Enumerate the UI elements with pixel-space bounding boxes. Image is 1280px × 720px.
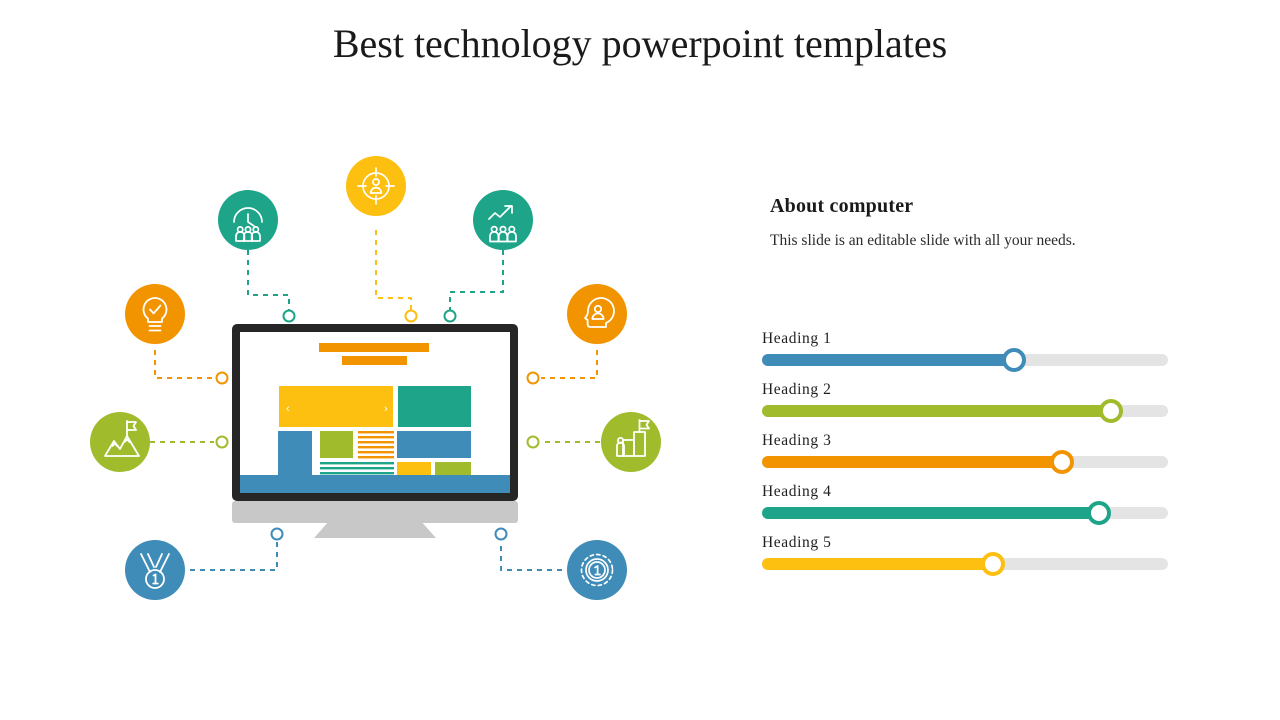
- growth-team-icon: [473, 190, 533, 250]
- medal-icon: [125, 540, 185, 600]
- about-section: About computer This slide is an editable…: [770, 195, 1180, 250]
- slider-label-4: Heading 4: [762, 483, 832, 500]
- connector-node: [494, 527, 508, 541]
- lightbulb-check-icon: [125, 284, 185, 344]
- slider-row: Heading 4: [762, 483, 1172, 525]
- slider-row: Heading 1: [762, 330, 1172, 372]
- connector-node: [526, 435, 540, 449]
- slider-row: Heading 5: [762, 534, 1172, 576]
- podium-flag-icon: [601, 412, 661, 472]
- carousel-prev-icon: ‹: [286, 403, 290, 415]
- slider-fill-5: [762, 558, 994, 570]
- slider-track-5[interactable]: [762, 552, 1168, 576]
- thumb-olive: [320, 431, 353, 458]
- mountain-flag-icon: [90, 412, 150, 472]
- slider-knob-5[interactable]: [981, 552, 1006, 576]
- slider-label-2: Heading 2: [762, 381, 832, 398]
- header-bar-1: [319, 343, 429, 352]
- target-person-icon: [346, 156, 406, 216]
- slider-fill-1: [762, 354, 1014, 366]
- slider-fill-2: [762, 405, 1112, 417]
- slider-row: Heading 2: [762, 381, 1172, 423]
- slider-track-2[interactable]: [762, 399, 1168, 423]
- slider-list: Heading 1 Heading 2 Heading 3 Heading 4 …: [762, 330, 1172, 585]
- slider-label-5: Heading 5: [762, 534, 832, 551]
- slider-row: Heading 3: [762, 432, 1172, 474]
- slider-track-4[interactable]: [762, 501, 1168, 525]
- connector-node: [270, 527, 284, 541]
- about-description: This slide is an editable slide with all…: [770, 232, 1076, 249]
- panel-teal: [398, 386, 471, 427]
- badge-coin-icon: [567, 540, 627, 600]
- connector-node: [443, 309, 457, 323]
- monitor-base-strip: [232, 501, 518, 523]
- connector-node: [215, 371, 229, 385]
- connector-node: [526, 371, 540, 385]
- slider-fill-4: [762, 507, 1099, 519]
- connector-node: [404, 309, 418, 323]
- slider-fill-3: [762, 456, 1063, 468]
- slider-knob-2[interactable]: [1099, 399, 1124, 423]
- carousel-next-icon: ›: [384, 403, 388, 415]
- connector-node: [215, 435, 229, 449]
- slider-track-1[interactable]: [762, 348, 1168, 372]
- header-bar-2: [342, 356, 407, 365]
- head-person-icon: [567, 284, 627, 344]
- slider-label-1: Heading 1: [762, 330, 832, 347]
- slider-track-3[interactable]: [762, 450, 1168, 474]
- computer-infographic: ‹ ›: [0, 120, 720, 640]
- slider-knob-4[interactable]: [1086, 501, 1111, 525]
- carousel-hero: [279, 386, 393, 427]
- banner-blue: [397, 431, 471, 458]
- footer-blue: [240, 475, 510, 493]
- about-heading: About computer: [770, 195, 914, 217]
- slider-knob-1[interactable]: [1001, 348, 1026, 372]
- clock-team-icon: [218, 190, 278, 250]
- page-title: Best technology powerpoint templates: [332, 21, 948, 66]
- desktop-computer: ‹ ›: [232, 324, 518, 538]
- slider-knob-3[interactable]: [1050, 450, 1075, 474]
- slider-label-3: Heading 3: [762, 432, 832, 449]
- connector-node: [282, 309, 296, 323]
